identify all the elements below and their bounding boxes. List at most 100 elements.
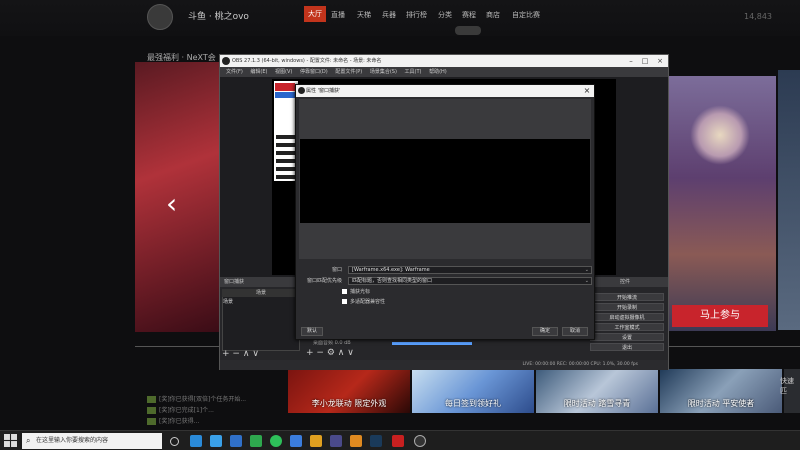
multi-adapter-checkbox[interactable] bbox=[342, 299, 347, 304]
chat-line: [奖]你已获得[双倍]个任务开始... bbox=[147, 394, 246, 403]
exit-button[interactable]: 退出 bbox=[590, 343, 664, 351]
virtual-camera-button[interactable]: 启动虚拟摄像机 bbox=[590, 313, 664, 321]
edge-icon[interactable] bbox=[190, 435, 202, 447]
remove-icon[interactable]: − bbox=[232, 349, 240, 359]
nav-tab-schedule[interactable]: 赛程 bbox=[462, 10, 476, 20]
nav-tab-custom[interactable]: 自定比赛 bbox=[512, 10, 540, 20]
defaults-button[interactable]: 默认 bbox=[301, 327, 323, 336]
obs-taskbar-icon[interactable] bbox=[414, 435, 426, 447]
window-value: [Warframe.x64.exe]: Warframe bbox=[352, 267, 430, 273]
nav-tab-store[interactable]: 商店 bbox=[486, 10, 500, 20]
task-view-icon[interactable] bbox=[170, 437, 179, 446]
promo-card[interactable]: 限时活动 踏雪寻青 bbox=[536, 369, 658, 413]
promo-label: 快速匹 bbox=[780, 377, 794, 395]
priority-select[interactable]: 匹配标题，否则查找相同类型的窗口 ⌄ bbox=[348, 277, 592, 285]
menu-profile[interactable]: 配置文件(P) bbox=[335, 67, 362, 77]
taskbar-search-input[interactable]: 在这里输入你要搜索的内容 bbox=[22, 433, 162, 449]
menu-view[interactable]: 视图(V) bbox=[275, 67, 292, 77]
menu-help[interactable]: 帮助(H) bbox=[429, 67, 447, 77]
capture-cursor-label: 捕获光标 bbox=[350, 289, 371, 295]
nav-tab-ranking[interactable]: 排行榜 bbox=[406, 10, 427, 20]
captured-row bbox=[276, 151, 296, 155]
hero-banner-left[interactable] bbox=[135, 62, 220, 332]
store-icon[interactable] bbox=[250, 435, 262, 447]
start-recording-button[interactable]: 开始录制 bbox=[590, 303, 664, 311]
priority-row: 窗口匹配优先级 匹配标题，否则查找相同类型的窗口 ⌄ bbox=[302, 277, 592, 286]
avatar[interactable] bbox=[147, 4, 173, 30]
maximize-icon[interactable]: □ bbox=[638, 55, 652, 67]
promo-card[interactable]: 每日签到领好礼 bbox=[412, 369, 534, 413]
start-streaming-button[interactable]: 开始推流 bbox=[590, 293, 664, 301]
menu-tools[interactable]: 工具(T) bbox=[405, 67, 422, 77]
close-icon[interactable]: × bbox=[580, 85, 594, 97]
remove-icon[interactable]: − bbox=[316, 348, 324, 358]
obs-logo-icon bbox=[222, 57, 230, 65]
nav-tab-ladder[interactable]: 天梯 bbox=[357, 10, 371, 20]
chat-line: [奖]你已完成[1]个... bbox=[147, 405, 214, 414]
menu-scene-collection[interactable]: 场景集合(S) bbox=[370, 67, 397, 77]
move-down-icon[interactable]: ∨ bbox=[252, 349, 259, 359]
add-icon[interactable]: + bbox=[306, 348, 314, 358]
chevron-down-icon: ⌄ bbox=[584, 278, 589, 284]
hero-banner-edge bbox=[778, 70, 800, 330]
captured-row bbox=[276, 159, 296, 163]
app-icon[interactable] bbox=[330, 435, 342, 447]
studio-mode-button[interactable]: 工作室模式 bbox=[590, 323, 664, 331]
dialog-preview-video bbox=[300, 139, 590, 223]
close-icon[interactable]: × bbox=[653, 55, 667, 67]
move-up-icon[interactable]: ∧ bbox=[338, 348, 345, 358]
cancel-button[interactable]: 取消 bbox=[562, 327, 588, 336]
capture-cursor-row[interactable]: 捕获光标 bbox=[342, 288, 370, 297]
minimize-icon[interactable]: – bbox=[624, 55, 638, 67]
dialog-title[interactable]: 属性 '窗口捕获' bbox=[296, 85, 594, 97]
edge-beta-icon[interactable] bbox=[210, 435, 222, 447]
scenes-panel bbox=[222, 289, 300, 351]
steam-icon[interactable] bbox=[370, 435, 382, 447]
scene-toolbar: + − ∧ ∨ bbox=[222, 349, 259, 359]
obs-titlebar[interactable]: OBS 27.1.3 (64-bit, windows) - 配置文件: 未命名… bbox=[220, 55, 668, 67]
promo-label: 李小龙联动 限定外观 bbox=[311, 399, 387, 408]
move-down-icon[interactable]: ∨ bbox=[347, 348, 354, 358]
nav-tab-weapons[interactable]: 兵器 bbox=[382, 10, 396, 20]
audio-volume-slider[interactable] bbox=[392, 342, 472, 345]
app-icon[interactable] bbox=[392, 435, 404, 447]
app-icon[interactable] bbox=[310, 435, 322, 447]
captured-row bbox=[276, 135, 296, 139]
captured-row bbox=[276, 167, 296, 171]
menu-edit[interactable]: 编辑(E) bbox=[250, 67, 267, 77]
wechat-icon[interactable] bbox=[270, 435, 282, 447]
source-tab[interactable]: 窗口捕获 bbox=[224, 279, 244, 285]
promo-card[interactable]: 李小龙联动 限定外观 bbox=[288, 369, 410, 413]
promo-card[interactable]: 限时活动 平安使者 bbox=[660, 369, 782, 413]
nav-tab-live[interactable]: 直播 bbox=[331, 10, 345, 20]
add-icon[interactable]: + bbox=[222, 349, 230, 359]
menu-file[interactable]: 文件(F) bbox=[226, 67, 243, 77]
chevron-left-icon[interactable]: ‹ bbox=[166, 190, 177, 218]
controls-header: 控件 bbox=[620, 279, 631, 285]
join-button[interactable]: 马上参与 bbox=[672, 305, 768, 327]
menu-docks[interactable]: 停靠窗口(D) bbox=[300, 67, 328, 77]
window-label: 窗口 bbox=[331, 267, 342, 273]
nav-tab-lobby[interactable]: 大厅 bbox=[304, 6, 326, 22]
nav-tab-category[interactable]: 分类 bbox=[438, 10, 452, 20]
priority-label: 窗口匹配优先级 bbox=[306, 278, 342, 284]
properties-dialog: 属性 '窗口捕获' × 窗口 [Warframe.x64.exe]: Warfr… bbox=[295, 84, 595, 340]
captured-logo bbox=[275, 83, 295, 91]
gear-icon[interactable]: ⚙ bbox=[327, 348, 335, 358]
multi-adapter-row[interactable]: 多适配器兼容性 bbox=[342, 298, 385, 307]
settings-button[interactable]: 设置 bbox=[590, 333, 664, 341]
ok-button[interactable]: 确定 bbox=[532, 327, 558, 336]
capture-cursor-checkbox[interactable] bbox=[342, 289, 347, 294]
move-up-icon[interactable]: ∧ bbox=[243, 349, 250, 359]
captured-row bbox=[276, 143, 296, 147]
search-icon: ⌕ bbox=[26, 436, 31, 445]
site-header bbox=[0, 0, 800, 36]
captured-logo bbox=[275, 92, 295, 98]
window-select[interactable]: [Warframe.x64.exe]: Warframe ⌄ bbox=[348, 266, 592, 274]
app-icon[interactable] bbox=[290, 435, 302, 447]
promo-label: 限时活动 踏雪寻青 bbox=[563, 399, 631, 408]
mail-icon[interactable] bbox=[230, 435, 242, 447]
windows-start-icon[interactable] bbox=[4, 434, 17, 447]
scene-item[interactable]: 场景 bbox=[223, 298, 233, 305]
app-icon[interactable] bbox=[350, 435, 362, 447]
